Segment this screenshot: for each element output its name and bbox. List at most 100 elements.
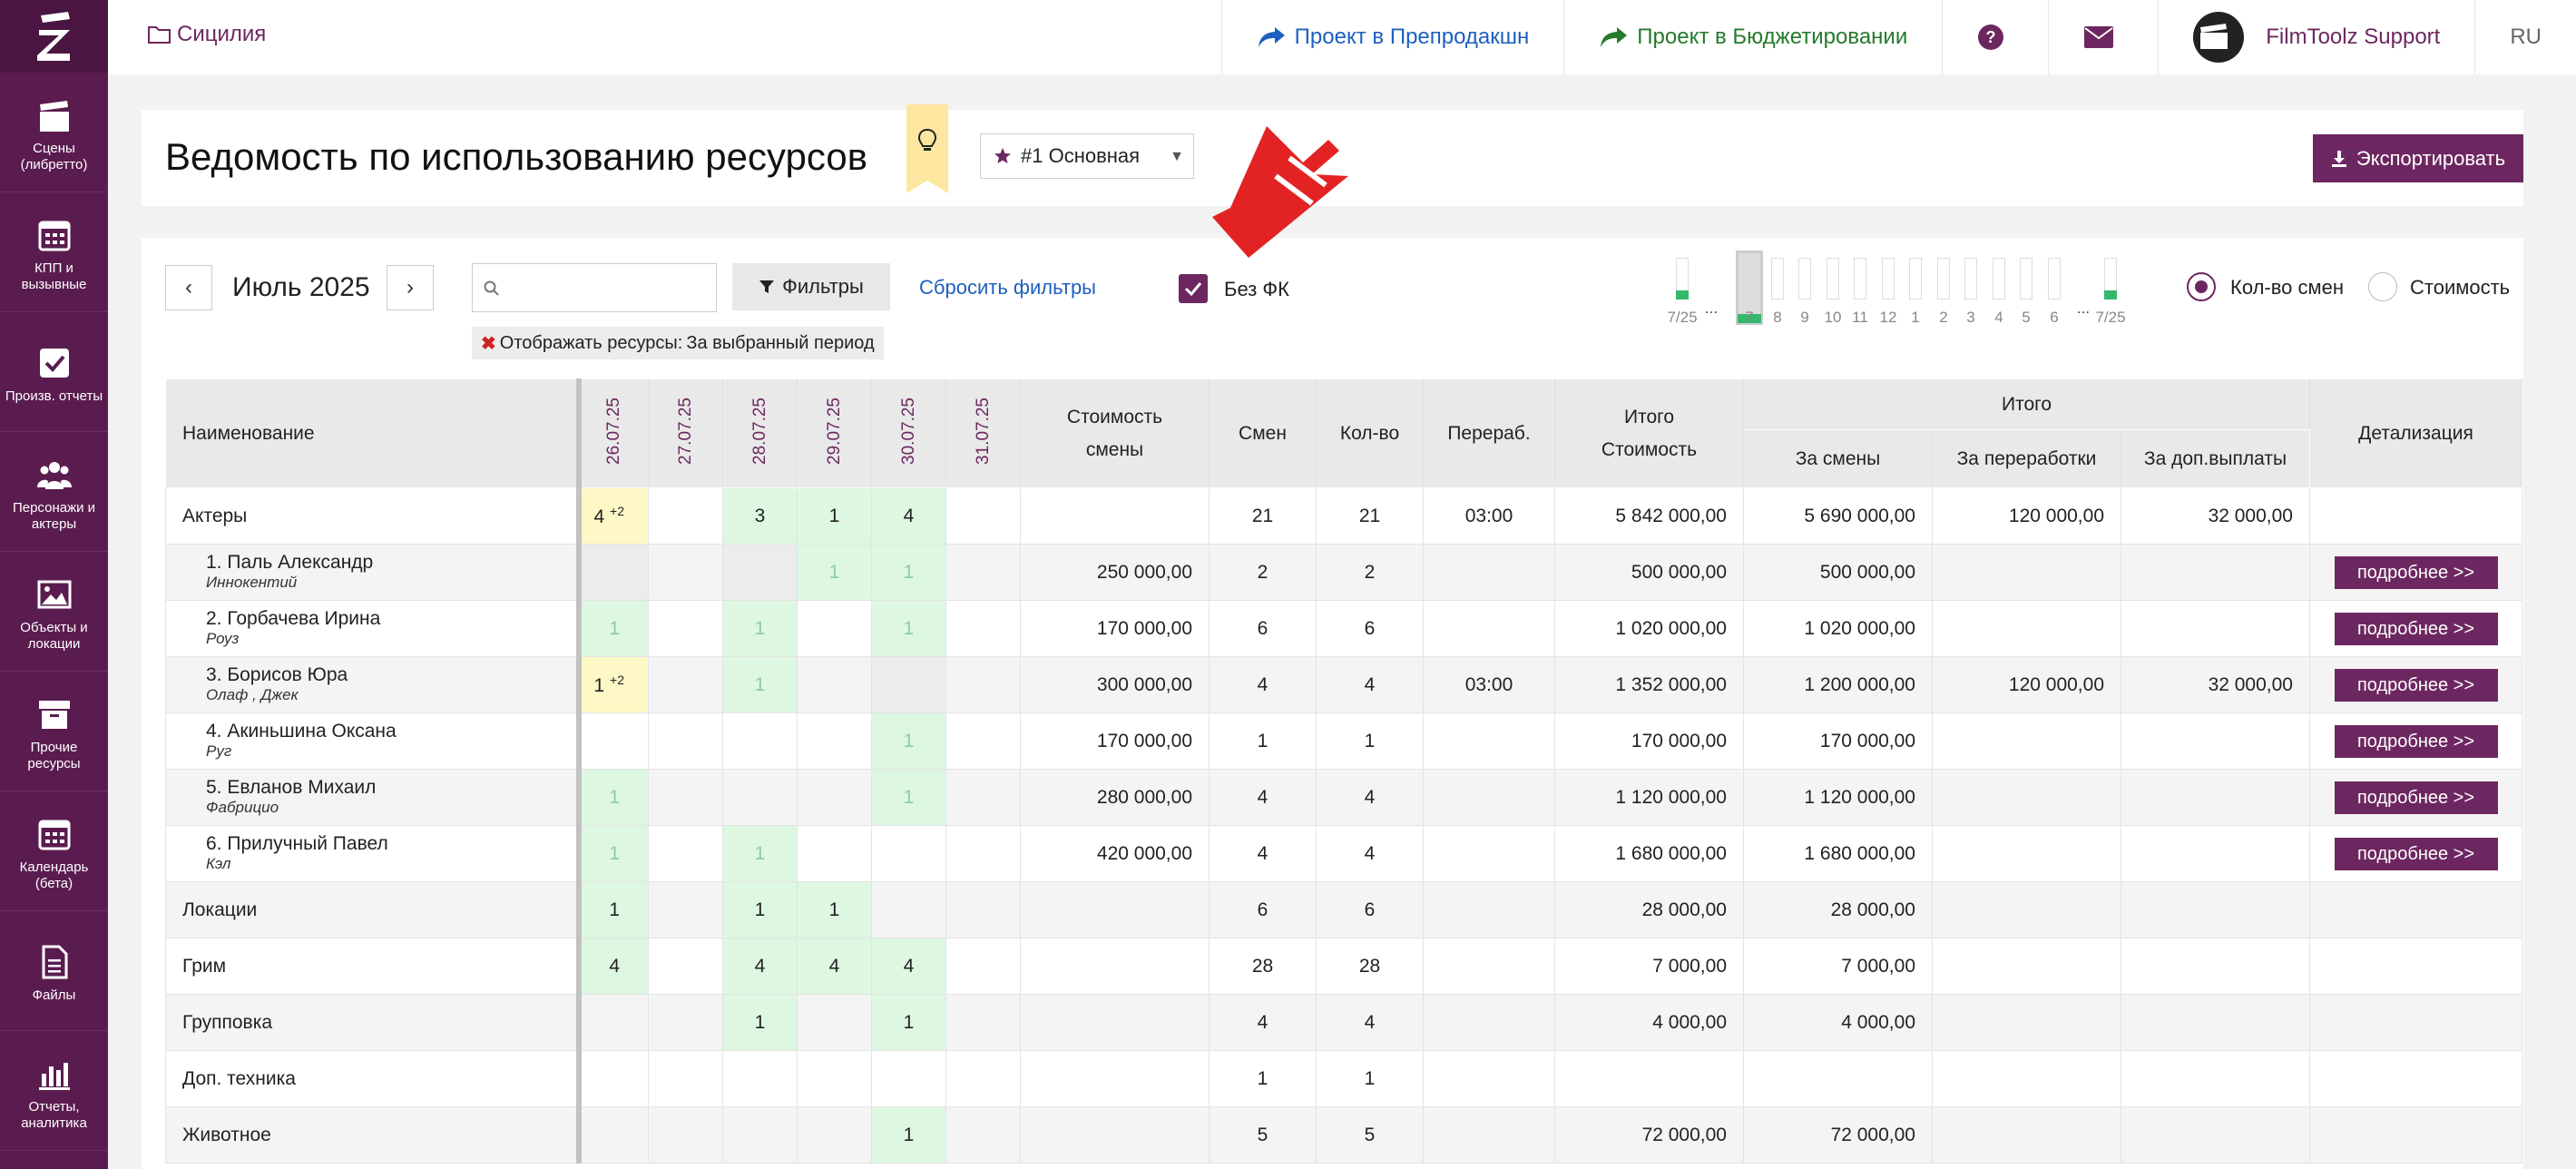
day-cell[interactable] [648, 938, 723, 995]
no-fk-checkbox[interactable] [1179, 274, 1208, 303]
day-cell[interactable] [871, 825, 946, 882]
day-cell[interactable] [797, 712, 872, 770]
day-cell[interactable]: 1 [575, 600, 649, 657]
day-cell[interactable] [575, 1106, 649, 1164]
mini-timeline[interactable]: 7/25... 7 8 9 10 11 12 1 2 3 4 5 6... 7/25 [1666, 249, 2126, 330]
timeline-day[interactable] [1771, 258, 1784, 300]
sidebar-item-3[interactable]: Персонажи и актеры [0, 432, 108, 552]
day-cell[interactable] [797, 1050, 872, 1107]
day-cell[interactable]: 1 [722, 656, 798, 713]
timeline-day[interactable] [1937, 258, 1950, 300]
filters-button[interactable]: Фильтры [732, 263, 890, 310]
day-cell[interactable] [945, 1106, 1021, 1164]
help-button[interactable]: ? [1942, 0, 2048, 74]
timeline-day[interactable] [1909, 258, 1922, 300]
day-cell[interactable] [871, 656, 946, 713]
day-cell[interactable]: 4 [797, 938, 872, 995]
details-button[interactable]: подробнее >> [2334, 668, 2498, 702]
day-cell[interactable] [945, 600, 1021, 657]
timeline-day[interactable] [2048, 258, 2061, 300]
day-cell[interactable] [797, 825, 872, 882]
timeline-day[interactable] [1827, 258, 1839, 300]
project-link[interactable]: Сицилия [148, 22, 266, 47]
timeline-day[interactable] [1854, 258, 1866, 300]
day-cell[interactable]: 1 [575, 881, 649, 938]
sidebar-item-4[interactable]: Объекты и локации [0, 552, 108, 672]
day-cell[interactable] [722, 769, 798, 826]
day-cell[interactable] [722, 544, 798, 601]
day-cell[interactable]: 1 [871, 769, 946, 826]
day-cell[interactable]: 4 [871, 487, 946, 545]
timeline-day[interactable] [1882, 258, 1895, 300]
day-cell[interactable] [945, 1050, 1021, 1107]
day-cell[interactable] [648, 769, 723, 826]
next-month-button[interactable]: › [387, 265, 434, 310]
day-cell[interactable] [648, 1106, 723, 1164]
col-date[interactable]: 29.07.25 [797, 378, 872, 488]
day-cell[interactable] [945, 994, 1021, 1051]
day-cell[interactable] [945, 881, 1021, 938]
col-date[interactable]: 27.07.25 [648, 378, 723, 488]
day-cell[interactable]: 1 [871, 544, 946, 601]
budget-link[interactable]: Проект в Бюджетировании [1563, 0, 1942, 74]
details-button[interactable]: подробнее >> [2334, 555, 2498, 589]
day-cell[interactable] [797, 600, 872, 657]
timeline-day[interactable] [1964, 258, 1977, 300]
app-logo[interactable] [0, 0, 108, 73]
day-cell[interactable] [575, 544, 649, 601]
day-cell[interactable]: 1 [722, 825, 798, 882]
day-cell[interactable] [648, 1050, 723, 1107]
day-cell[interactable]: 1 [797, 544, 872, 601]
day-cell[interactable] [797, 769, 872, 826]
day-cell[interactable] [797, 1106, 872, 1164]
day-cell[interactable] [648, 881, 723, 938]
shifts-radio[interactable] [2187, 272, 2216, 301]
day-cell[interactable] [945, 544, 1021, 601]
day-cell[interactable]: 3 [722, 487, 798, 545]
day-cell[interactable]: 1 [797, 487, 872, 545]
day-cell[interactable]: 1 [722, 881, 798, 938]
day-cell[interactable] [648, 994, 723, 1051]
col-date[interactable]: 31.07.25 [945, 378, 1021, 488]
sidebar-item-2[interactable]: Произв. отчеты [0, 312, 108, 432]
day-cell[interactable] [648, 600, 723, 657]
timeline-day[interactable] [2020, 258, 2032, 300]
details-button[interactable]: подробнее >> [2334, 612, 2498, 645]
day-cell[interactable]: 1 [722, 994, 798, 1051]
sidebar-item-6[interactable]: Календарь (бета) [0, 791, 108, 911]
cost-radio[interactable] [2368, 272, 2397, 301]
day-cell[interactable]: 1 [871, 600, 946, 657]
close-icon[interactable]: ✖ [481, 332, 496, 355]
day-cell[interactable] [797, 656, 872, 713]
day-cell[interactable]: 1 [575, 825, 649, 882]
day-cell[interactable] [945, 712, 1021, 770]
user-menu[interactable]: FilmToolz Support [2158, 0, 2474, 74]
day-cell[interactable] [722, 1050, 798, 1107]
day-cell[interactable]: 4 [871, 938, 946, 995]
day-cell[interactable]: 1 [575, 769, 649, 826]
day-cell[interactable] [648, 825, 723, 882]
day-cell[interactable] [945, 656, 1021, 713]
sidebar-item-0[interactable]: Сцены (либретто) [0, 73, 108, 192]
col-date[interactable]: 28.07.25 [722, 378, 798, 488]
day-cell[interactable] [871, 1050, 946, 1107]
timeline-day[interactable] [1993, 258, 2005, 300]
details-button[interactable]: подробнее >> [2334, 724, 2498, 758]
day-cell[interactable] [648, 656, 723, 713]
export-button[interactable]: Экспортировать [2313, 134, 2523, 182]
day-cell[interactable] [945, 487, 1021, 545]
mail-button[interactable] [2048, 0, 2158, 74]
version-select[interactable]: #1 Основная ▼ [980, 133, 1194, 179]
day-cell[interactable]: 4 [722, 938, 798, 995]
day-cell[interactable]: 1 +2 [575, 656, 649, 713]
day-cell[interactable]: 1 [871, 994, 946, 1051]
day-cell[interactable] [797, 994, 872, 1051]
day-cell[interactable] [722, 712, 798, 770]
sidebar-item-5[interactable]: Прочие ресурсы [0, 672, 108, 791]
timeline-day[interactable] [2104, 258, 2117, 300]
col-date[interactable]: 26.07.25 [575, 378, 649, 488]
day-cell[interactable] [648, 487, 723, 545]
day-cell[interactable] [575, 1050, 649, 1107]
search-input[interactable] [472, 263, 717, 312]
day-cell[interactable] [871, 881, 946, 938]
